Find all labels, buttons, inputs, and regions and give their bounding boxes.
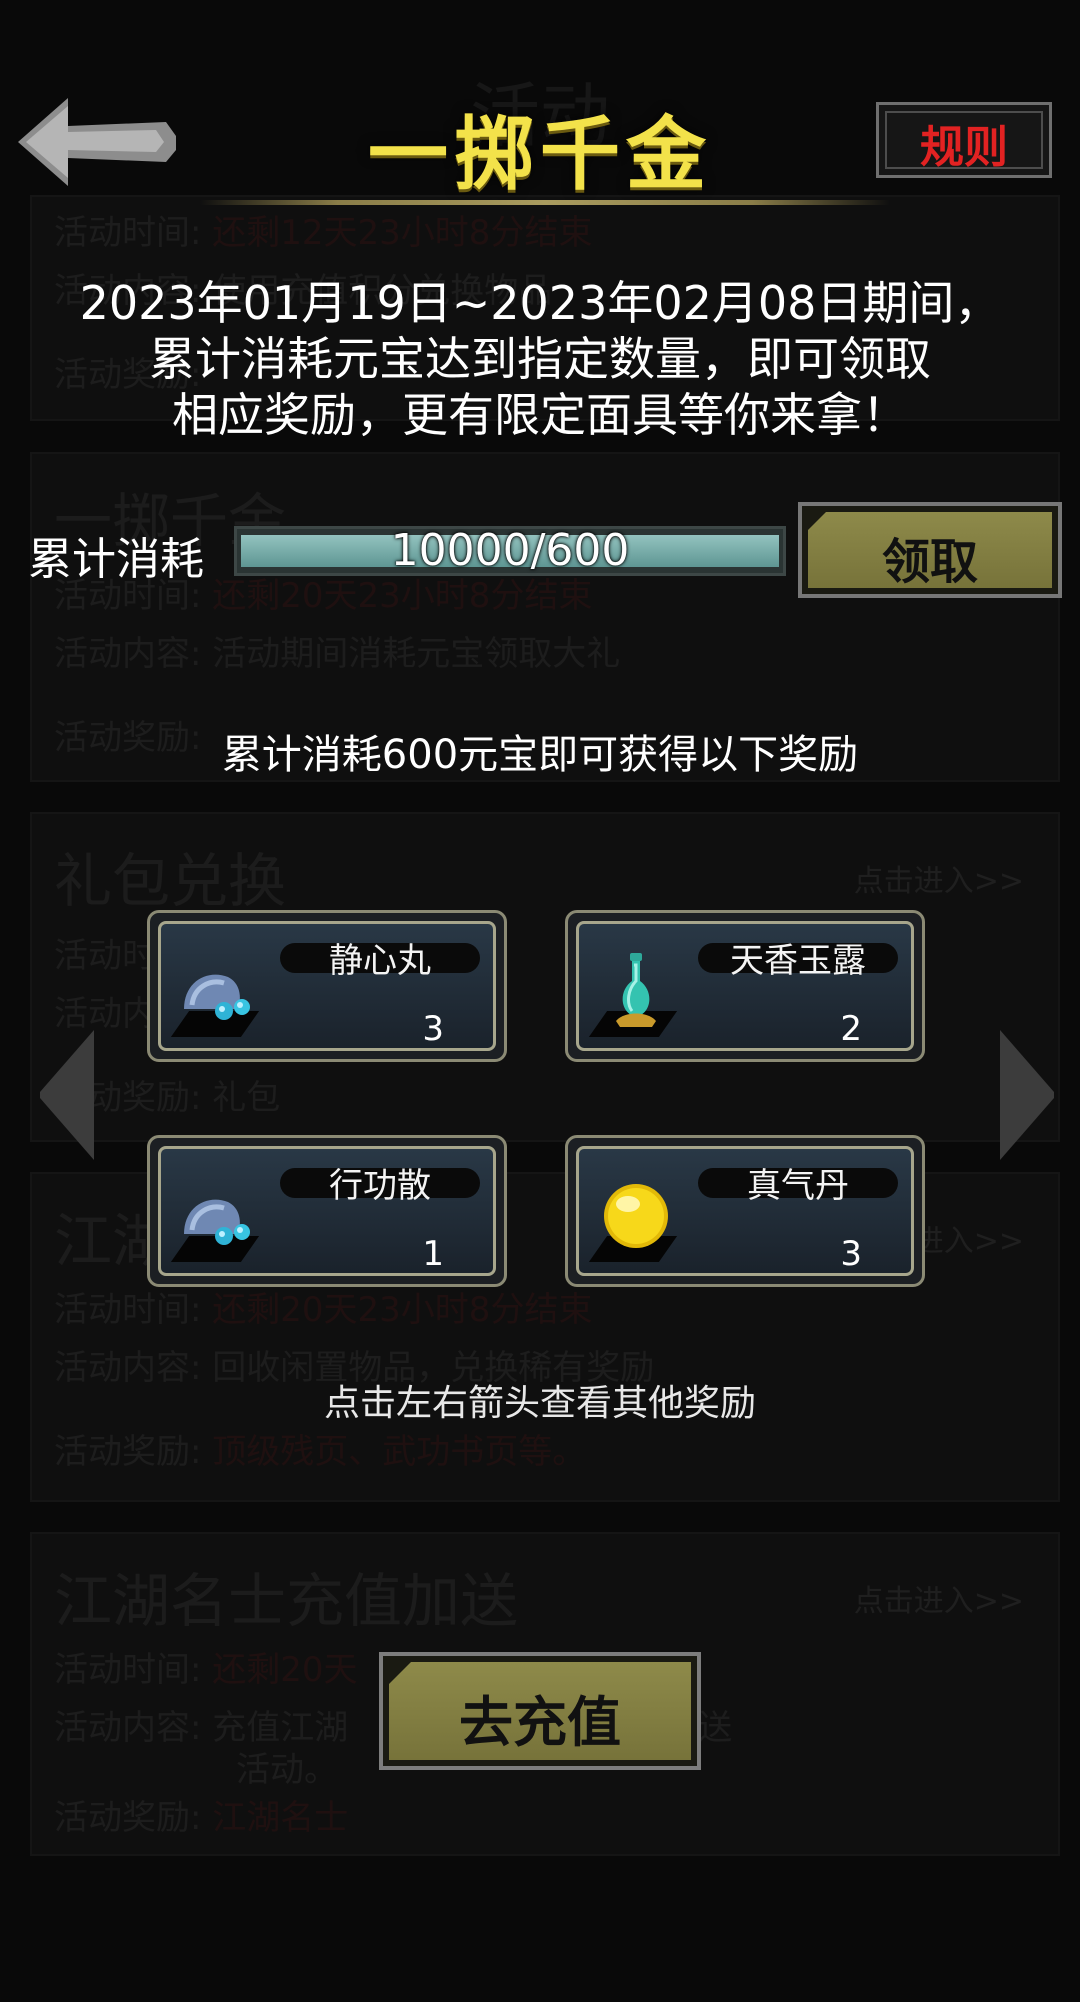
reward-count: 3 bbox=[422, 1009, 444, 1049]
recharge-label: 去充值 bbox=[459, 1690, 621, 1754]
title-underline bbox=[200, 200, 890, 205]
gold-orb-icon bbox=[604, 1184, 668, 1248]
reward-count: 3 bbox=[840, 1234, 862, 1274]
reward-item[interactable]: 行功散 1 bbox=[147, 1135, 507, 1287]
reward-item[interactable]: 天香玉露 2 bbox=[565, 910, 925, 1062]
claim-label: 领取 bbox=[881, 534, 978, 590]
reward-caption: 累计消耗600元宝即可获得以下奖励 bbox=[221, 732, 859, 778]
progress-label: 累计消耗 bbox=[28, 534, 204, 585]
blue-pill-icon bbox=[184, 974, 250, 1020]
reward-name: 真气丹 bbox=[747, 1166, 849, 1206]
arrow-hint: 点击左右箭头查看其他奖励 bbox=[323, 1383, 756, 1424]
prev-arrow-button[interactable] bbox=[38, 1030, 108, 1160]
blue-pill-icon bbox=[184, 1199, 250, 1245]
progress-text: 10000/600 bbox=[390, 525, 630, 576]
rules-button[interactable]: 规则 bbox=[876, 102, 1052, 178]
next-arrow-button[interactable] bbox=[986, 1030, 1056, 1160]
claim-button[interactable]: 领取 bbox=[798, 502, 1062, 598]
rules-label: 规则 bbox=[920, 122, 1008, 173]
event-description: 2023年01月19日~2023年02月08日期间， 累计消耗元宝达到指定数量，… bbox=[79, 276, 1001, 442]
reward-item[interactable]: 真气丹 3 bbox=[565, 1135, 925, 1287]
reward-count: 1 bbox=[422, 1234, 444, 1274]
chevron-left-icon bbox=[40, 1030, 94, 1160]
jade-vase-icon bbox=[616, 953, 656, 1027]
reward-name: 天香玉露 bbox=[730, 941, 866, 981]
reward-name: 静心丸 bbox=[329, 941, 431, 981]
chevron-right-icon bbox=[1000, 1030, 1054, 1160]
recharge-button[interactable]: 去充值 bbox=[379, 1652, 701, 1770]
consumption-progress-bar: 10000/600 bbox=[234, 526, 786, 576]
reward-item[interactable]: 静心丸 3 bbox=[147, 910, 507, 1062]
reward-name: 行功散 bbox=[329, 1166, 431, 1206]
reward-count: 2 bbox=[840, 1009, 862, 1049]
